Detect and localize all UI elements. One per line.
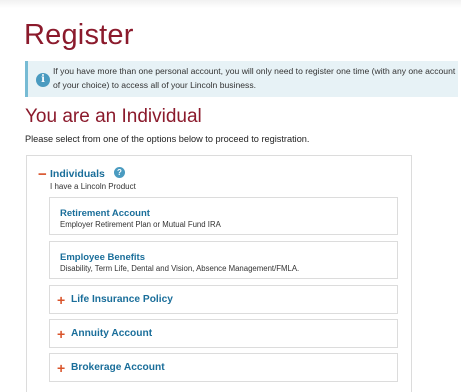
- individuals-subtitle: I have a Lincoln Product: [50, 182, 136, 191]
- expand-plus-icon[interactable]: +: [57, 327, 65, 341]
- option-title[interactable]: Retirement Account: [60, 208, 150, 219]
- options-card: − Individuals ? I have a Lincoln Product…: [26, 155, 412, 392]
- option-description: Disability, Term Life, Dental and Vision…: [60, 264, 300, 273]
- section-title: You are an Individual: [25, 106, 202, 127]
- info-alert-text: If you have more than one personal accou…: [53, 66, 456, 90]
- accordion-label[interactable]: Brokerage Account: [71, 362, 165, 373]
- option-employee-benefits[interactable]: Employee Benefits Disability, Term Life,…: [49, 241, 398, 279]
- instructions-text: Please select from one of the options be…: [25, 134, 310, 144]
- expand-plus-icon[interactable]: +: [57, 293, 65, 307]
- option-description: Employer Retirement Plan or Mutual Fund …: [60, 220, 221, 229]
- accordion-life-insurance-policy[interactable]: + Life Insurance Policy: [49, 285, 398, 314]
- collapse-minus-icon[interactable]: −: [38, 167, 47, 182]
- accordion-label[interactable]: Annuity Account: [71, 328, 152, 339]
- accordion-label[interactable]: Life Insurance Policy: [71, 294, 173, 305]
- option-title[interactable]: Employee Benefits: [60, 252, 145, 263]
- page-title: Register: [24, 19, 134, 51]
- info-icon: i: [36, 73, 50, 87]
- top-bar: [0, 0, 461, 8]
- individuals-title[interactable]: Individuals: [50, 168, 105, 180]
- accordion-brokerage-account[interactable]: + Brokerage Account: [49, 353, 398, 382]
- option-retirement-account[interactable]: Retirement Account Employer Retirement P…: [49, 197, 398, 235]
- registration-page: Register i If you have more than one per…: [0, 0, 461, 392]
- expand-plus-icon[interactable]: +: [57, 361, 65, 375]
- help-icon[interactable]: ?: [114, 167, 125, 178]
- accordion-annuity-account[interactable]: + Annuity Account: [49, 319, 398, 348]
- info-alert: i If you have more than one personal acc…: [25, 61, 458, 97]
